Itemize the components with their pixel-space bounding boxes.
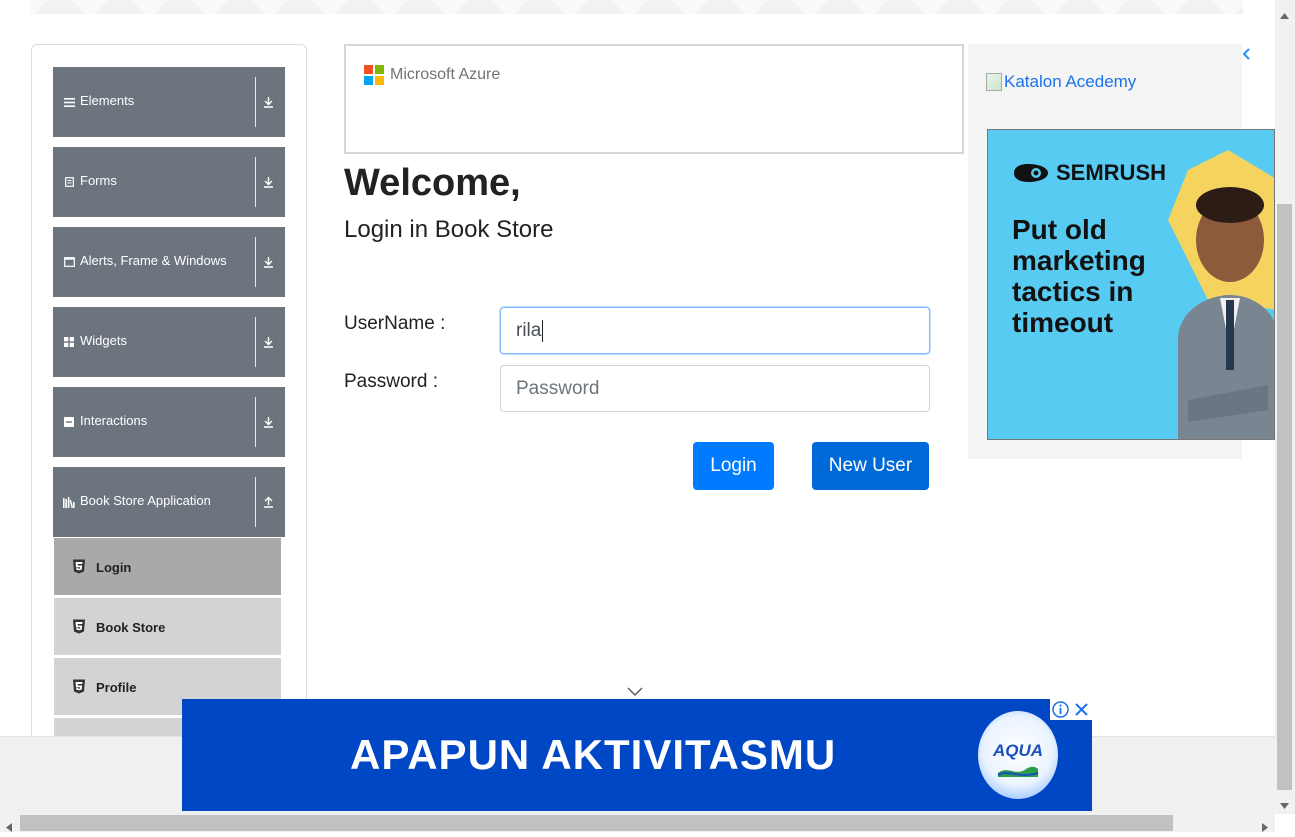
download-arrow-icon[interactable]: [261, 254, 275, 270]
semrush-brand-text: SEMRUSH: [1056, 160, 1167, 185]
download-arrow-icon[interactable]: [261, 174, 275, 190]
scrollbar-thumb[interactable]: [1277, 204, 1292, 790]
upload-arrow-icon[interactable]: [261, 494, 275, 510]
menu-label: Interactions: [80, 413, 148, 428]
vertical-scrollbar[interactable]: [1275, 0, 1295, 814]
scroll-up-arrow-icon[interactable]: [1280, 6, 1289, 24]
password-input[interactable]: Password: [500, 365, 930, 412]
ad-controls: [1050, 699, 1092, 720]
menu-widgets[interactable]: Widgets: [53, 307, 285, 377]
semrush-ad[interactable]: SEMRUSH Put old marketing tactics in tim…: [987, 129, 1275, 440]
ad-info-icon[interactable]: [1052, 701, 1069, 723]
ad-close-chevron-icon[interactable]: [1241, 47, 1251, 64]
divider: [255, 397, 256, 447]
menu-interactions[interactable]: Interactions: [53, 387, 285, 457]
aqua-logo: AQUA: [978, 711, 1058, 799]
semrush-brand: SEMRUSH: [1012, 160, 1166, 186]
semrush-headline: Put old marketing tactics in timeout: [1012, 214, 1146, 338]
aqua-brand-text: AQUA: [992, 741, 1044, 760]
username-input[interactable]: rila: [500, 307, 930, 354]
menu-label: Alerts, Frame & Windows: [80, 253, 227, 268]
login-button[interactable]: Login: [693, 442, 774, 490]
microsoft-logo-icon: [364, 65, 384, 85]
top-banner-strip: [30, 0, 1243, 14]
download-arrow-icon[interactable]: [261, 414, 275, 430]
form-icon: [63, 176, 75, 188]
ad-brand-text: Microsoft Azure: [390, 66, 501, 83]
ad-close-icon[interactable]: [1073, 701, 1090, 723]
scrollbar-thumb[interactable]: [20, 815, 1173, 831]
subitem-label: Login: [96, 560, 132, 575]
password-label: Password :: [344, 371, 438, 392]
bottom-ad-text: APAPUN AKTIVITASMU: [350, 731, 837, 778]
divider: [255, 157, 256, 207]
hamburger-icon: [63, 96, 75, 108]
new-user-button[interactable]: New User: [812, 442, 929, 490]
text-caret: [542, 319, 544, 342]
interaction-icon: [63, 416, 75, 428]
katalon-alt-text: Katalon Acedemy: [1004, 72, 1137, 91]
menu-alerts-frame-windows[interactable]: Alerts, Frame & Windows: [53, 227, 285, 297]
menu-forms[interactable]: Forms: [53, 147, 285, 217]
aqua-bottom-ad[interactable]: APAPUN AKTIVITASMU AQUA: [182, 699, 1092, 811]
divider: [255, 317, 256, 367]
scroll-left-arrow-icon[interactable]: [6, 819, 12, 837]
download-arrow-icon[interactable]: [261, 94, 275, 110]
html5-icon: [72, 559, 86, 574]
menu-book-store-application[interactable]: Book Store Application: [53, 467, 285, 537]
menu-label: Forms: [80, 173, 117, 188]
menu-label: Widgets: [80, 333, 127, 348]
menu-elements[interactable]: Elements: [53, 67, 285, 137]
books-icon: [63, 496, 75, 508]
divider: [255, 77, 256, 127]
window-icon: [63, 256, 75, 268]
horizontal-scrollbar[interactable]: [0, 814, 1275, 832]
divider: [255, 477, 256, 527]
subitem-login[interactable]: Login: [54, 538, 281, 596]
username-value: rila: [516, 319, 542, 341]
broken-image-icon: [986, 73, 1002, 91]
left-nav-panel: Elements Forms Alerts, Frame & Windows W…: [31, 44, 307, 766]
grid-icon: [63, 336, 75, 348]
menu-label: Book Store Application: [80, 493, 211, 508]
azure-ad-banner[interactable]: Microsoft Azure: [344, 44, 964, 154]
username-label: UserName :: [344, 313, 446, 334]
page-title: Welcome,: [344, 162, 521, 204]
password-placeholder: Password: [516, 377, 600, 399]
page-subtitle: Login in Book Store: [344, 216, 554, 243]
scroll-right-arrow-icon[interactable]: [1262, 819, 1268, 837]
boy-photo-illustration: [1168, 150, 1274, 439]
katalon-ad-link[interactable]: Katalon Acedemy: [986, 72, 1136, 92]
semrush-logo-icon: [1014, 164, 1048, 182]
download-arrow-icon[interactable]: [261, 334, 275, 350]
menu-label: Elements: [80, 93, 135, 108]
html5-icon: [72, 679, 86, 694]
scroll-down-arrow-icon[interactable]: [1280, 796, 1289, 814]
html5-icon: [72, 619, 86, 634]
subitem-book-store[interactable]: Book Store: [54, 598, 281, 656]
subitem-label: Book Store: [96, 620, 166, 635]
divider: [255, 237, 256, 287]
subitem-label: Profile: [96, 680, 137, 695]
